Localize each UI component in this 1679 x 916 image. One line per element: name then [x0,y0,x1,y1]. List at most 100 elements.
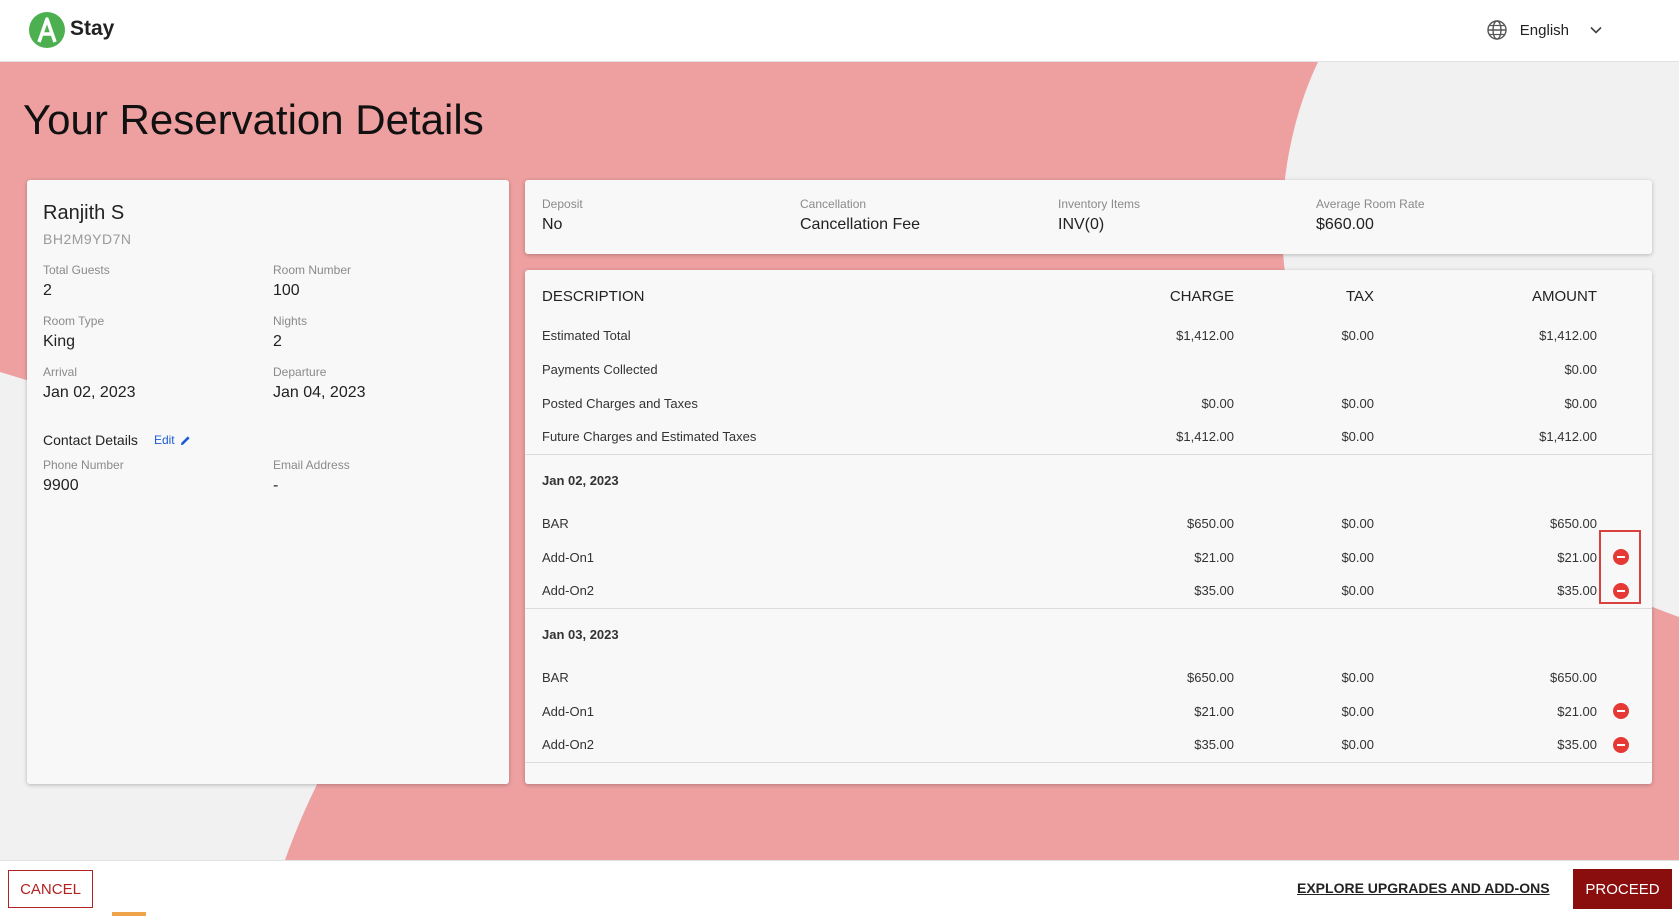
row-charge: $1,412.00 [1084,420,1234,455]
summary-value: Cancellation Fee [800,216,921,233]
field-label: Nights [273,314,308,328]
row-amount: $21.00 [1557,549,1597,565]
confirmation-number: BH2M9YD7N [43,231,132,247]
guest-name: Ranjith S [43,202,125,224]
row-tax: $0.00 [1234,420,1374,455]
row-amount: $1,412.00 [1374,420,1597,455]
cancel-button[interactable]: CANCEL [8,870,93,908]
table-row: Future Charges and Estimated Taxes $1,41… [525,420,1652,455]
summary-value: INV(0) [1058,216,1105,233]
row-amount: $650.00 [1550,515,1597,531]
header-tax: TAX [1345,287,1374,305]
reservation-fields: Total Guests 2 Room Number 100 Room Type… [43,263,493,402]
language-label: English [1519,21,1569,39]
field-value: 2 [273,333,282,350]
summary-label: Deposit [542,197,583,211]
row-description: Add-On1 [542,549,595,565]
header-description: DESCRIPTION [542,287,645,305]
field-value: Jan 04, 2023 [273,384,366,401]
summary-label: Average Room Rate [1316,197,1425,211]
edit-contact-button[interactable]: Edit [154,433,191,447]
summary-deposit: Deposit No [542,197,800,237]
edit-label: Edit [153,433,175,447]
row-description: Add-On1 [542,703,595,719]
row-action [1597,728,1652,763]
contact-fields: Phone Number 9900 Email Address - [43,458,493,495]
table-row: BAR $650.00 $0.00 $650.00 [525,506,1652,540]
remove-addon-icon[interactable] [1613,737,1629,754]
header-charge: CHARGE [1169,287,1234,305]
row-description: Future Charges and Estimated Taxes [525,420,1084,455]
row-amount: $0.00 [1564,395,1597,411]
field-total-guests: Total Guests 2 [43,263,273,300]
summary-label: Inventory Items [1058,197,1141,211]
date-label: Jan 03, 2023 [542,626,619,642]
table-row: Payments Collected $0.00 [525,352,1652,386]
row-tax [1234,352,1374,386]
field-value: Jan 02, 2023 [43,384,136,401]
row-description: Payments Collected [542,361,658,377]
row-charge: $21.00 [1194,549,1234,565]
row-description: Add-On2 [525,728,1084,763]
top-bar: Stay English [0,0,1679,62]
language-selector[interactable]: English [1486,19,1603,41]
table-row: BAR $650.00 $0.00 $650.00 [525,660,1652,694]
row-tax: $0.00 [1341,703,1374,719]
field-email-address: Email Address - [273,458,503,495]
brand-name: Stay [70,17,115,40]
globe-icon [1487,20,1507,40]
row-amount: $35.00 [1374,728,1597,763]
contact-details-header: Contact Details Edit [43,432,493,448]
field-label: Email Address [273,458,350,472]
contact-details-title: Contact Details [43,432,138,448]
row-charge: $1,412.00 [1176,327,1234,343]
row-action [1597,660,1652,694]
summary-label: Cancellation [800,197,867,211]
field-value: 9900 [43,477,79,494]
row-action [1597,386,1652,420]
row-description: BAR [542,515,569,531]
row-tax: $0.00 [1234,574,1374,609]
row-action [1597,318,1652,352]
row-amount: $0.00 [1564,361,1597,377]
highlight-box [1599,530,1641,604]
footer-bar: CANCEL EXPLORE UPGRADES AND ADD-ONS PROC… [0,860,1679,916]
row-tax: $0.00 [1341,395,1374,411]
table-row: Add-On2 $35.00 $0.00 $35.00 [525,574,1652,609]
table-row: Add-On2 $35.00 $0.00 $35.00 [525,728,1652,763]
field-label: Room Type [43,314,105,328]
field-label: Phone Number [43,458,124,472]
summary-cancellation: Cancellation Cancellation Fee [800,197,1058,237]
field-arrival: Arrival Jan 02, 2023 [43,365,273,402]
date-group-header: Jan 02, 2023 [525,454,1652,506]
row-tax: $0.00 [1234,728,1374,763]
charges-header-row: DESCRIPTION CHARGE TAX AMOUNT [525,270,1652,318]
row-charge: $21.00 [1194,703,1234,719]
row-charge [1084,352,1234,386]
field-label: Departure [273,365,327,379]
proceed-button[interactable]: PROCEED [1573,869,1672,909]
field-nights: Nights 2 [273,314,503,351]
row-charge: $0.00 [1201,395,1234,411]
charges-table-card: DESCRIPTION CHARGE TAX AMOUNT Estimated … [525,270,1652,784]
table-row: Add-On1 $21.00 $0.00 $21.00 [525,694,1652,728]
app-logo-icon[interactable] [29,12,65,48]
charges-table: DESCRIPTION CHARGE TAX AMOUNT Estimated … [525,270,1652,763]
remove-addon-icon[interactable] [1613,703,1629,720]
guest-details-card: Ranjith S BH2M9YD7N Total Guests 2 Room … [27,180,509,784]
table-row: Estimated Total $1,412.00 $0.00 $1,412.0… [525,318,1652,352]
row-tax: $0.00 [1341,669,1374,685]
row-amount: $21.00 [1557,703,1597,719]
row-charge: $650.00 [1187,669,1234,685]
page-title: Your Reservation Details [23,96,484,143]
row-description: BAR [542,669,569,685]
field-value: - [273,477,279,494]
row-description: Posted Charges and Taxes [542,395,698,411]
field-room-type: Room Type King [43,314,273,351]
footer-accent-bar [112,912,146,916]
explore-upgrades-link[interactable]: EXPLORE UPGRADES AND ADD-ONS [1297,880,1550,896]
summary-average-room-rate: Average Room Rate $660.00 [1316,197,1574,237]
header-amount: AMOUNT [1532,287,1597,305]
field-value: 2 [43,282,52,299]
row-amount: $35.00 [1374,574,1597,609]
